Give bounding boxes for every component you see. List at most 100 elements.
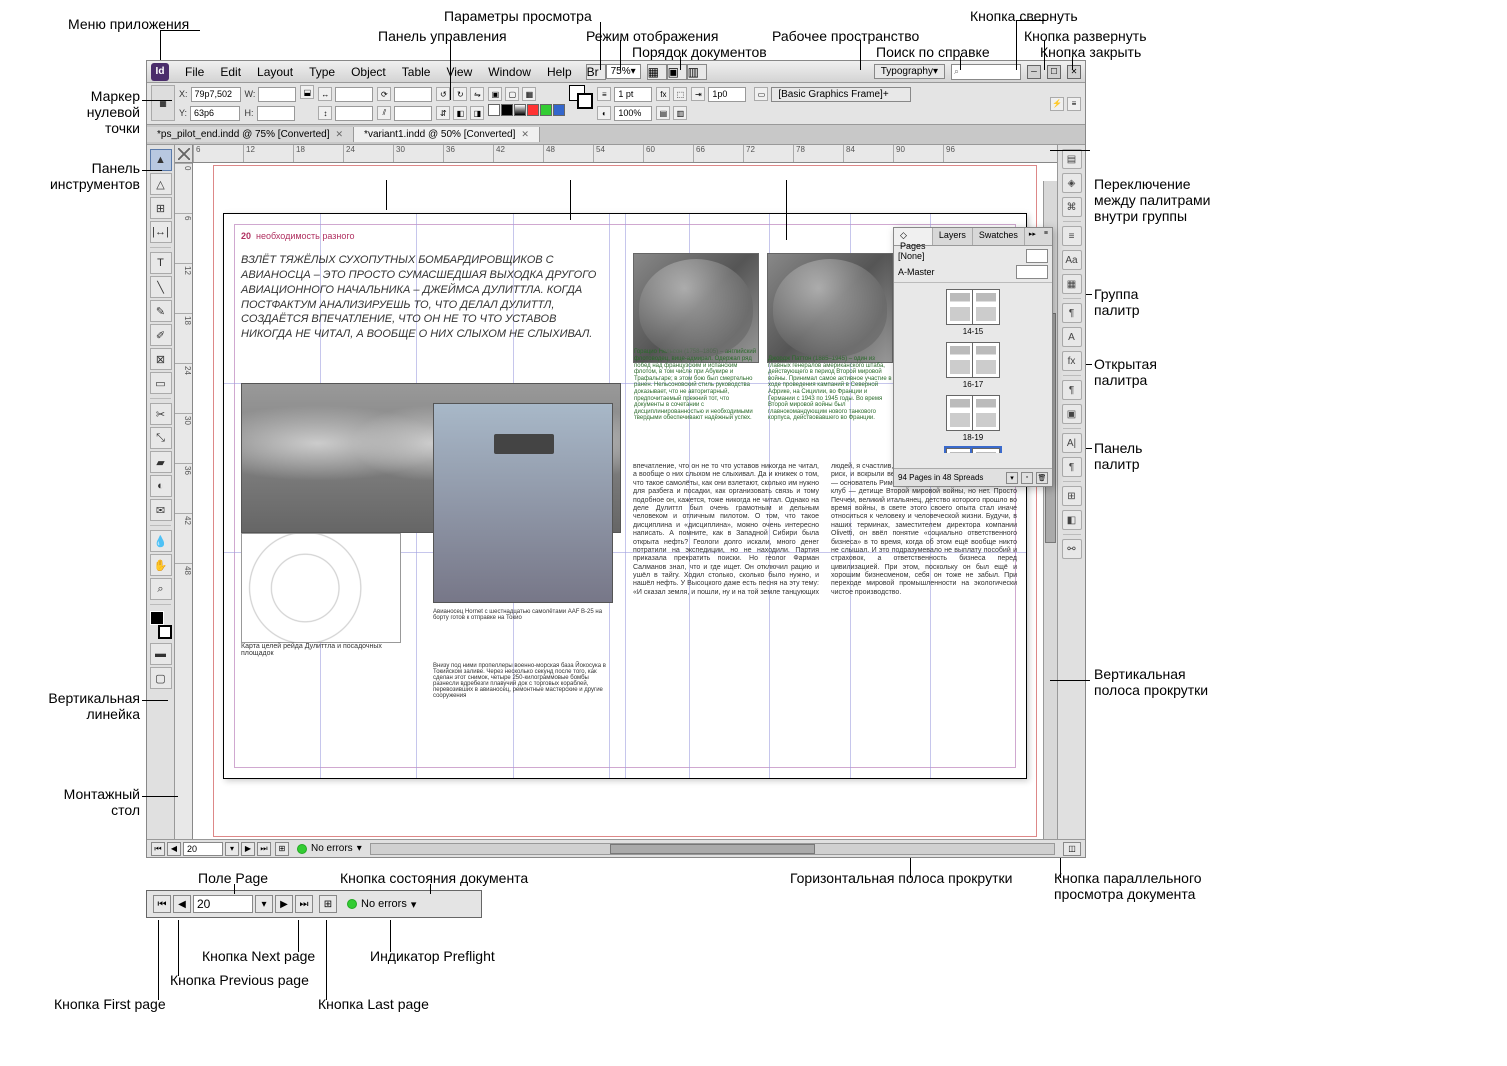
page-field[interactable]	[183, 842, 223, 856]
constrain-proportions-icon[interactable]: ⬓	[300, 85, 314, 99]
horizontal-scrollbar[interactable]	[370, 843, 1055, 855]
color-panel-icon[interactable]: Aa	[1062, 250, 1082, 270]
pencil-tool[interactable]: ✐	[150, 324, 172, 346]
rectangle-tool[interactable]: ▭	[150, 372, 172, 394]
doc-tab-1[interactable]: *ps_pilot_end.indd @ 75% [Converted]✕	[147, 127, 354, 142]
menu-help[interactable]: Help	[539, 65, 580, 79]
panel-menu-icon[interactable]: ≡	[1067, 97, 1081, 111]
workspace-dropdown[interactable]: Typography ▾	[874, 64, 945, 79]
shear-input[interactable]	[394, 106, 432, 121]
doc-tab-2[interactable]: *variant1.indd @ 50% [Converted]✕	[354, 127, 540, 142]
stroke-weight-input[interactable]	[614, 87, 652, 102]
maximize-button[interactable]: ☐	[1047, 65, 1061, 79]
pages-panel-icon[interactable]: ▤	[1062, 149, 1082, 169]
close-button[interactable]: ✕	[1067, 65, 1081, 79]
hand-tool[interactable]: ✋	[150, 554, 172, 576]
character-panel-icon[interactable]: A|	[1062, 433, 1082, 453]
fill-stroke-proxy[interactable]	[569, 85, 593, 109]
menu-table[interactable]: Table	[394, 65, 439, 79]
prev-page-button-detail[interactable]: ◀	[173, 895, 191, 913]
portrait-2[interactable]: Джордж Паттон (1885–1945) – один из глав…	[767, 253, 893, 363]
last-page-button-detail[interactable]: ⏭	[295, 895, 313, 913]
apply-color-tool[interactable]: ▬	[150, 643, 172, 665]
menu-type[interactable]: Type	[301, 65, 343, 79]
type-tool[interactable]: T	[150, 252, 172, 274]
swatch-green[interactable]	[540, 104, 552, 116]
menu-view[interactable]: View	[438, 65, 480, 79]
fill-stroke-tool[interactable]	[150, 611, 172, 639]
arrange-docs-button[interactable]: ▥	[687, 64, 707, 80]
master-none[interactable]: [None]	[898, 248, 1048, 264]
x-input[interactable]	[191, 87, 241, 102]
spread-thumb-18-19[interactable]: 18-19	[947, 395, 999, 442]
palette-collapse-icon[interactable]: ▸▸	[1025, 228, 1040, 245]
palette-menu-icon[interactable]: ≡	[1040, 228, 1052, 245]
close-icon[interactable]: ✕	[521, 129, 529, 140]
menu-window[interactable]: Window	[480, 65, 539, 79]
swatch-blue[interactable]	[553, 104, 565, 116]
page-dropdown-button[interactable]: ▾	[225, 842, 239, 856]
menu-object[interactable]: Object	[343, 65, 394, 79]
spread-thumb-14-15[interactable]: 14-15	[947, 289, 999, 336]
close-icon[interactable]: ✕	[336, 129, 344, 140]
text-wrap-2-icon[interactable]: ▥	[673, 106, 687, 120]
open-doc-button[interactable]: ⊞	[275, 842, 289, 856]
map-diagram[interactable]	[241, 533, 401, 643]
align-panel-icon[interactable]: ⊞	[1062, 486, 1082, 506]
reference-point-proxy[interactable]: ▦	[151, 85, 175, 121]
gradient-feather-tool[interactable]: ◐	[150, 475, 172, 497]
horizontal-ruler[interactable]: 6 12 18 24 30 36 42 48 54 60 66 72 78 84…	[193, 145, 1057, 163]
vertical-ruler[interactable]: 0 6 12 18 24 30 36 42 48	[175, 163, 193, 839]
select-container-icon[interactable]: ◧	[453, 106, 467, 120]
menu-edit[interactable]: Edit	[212, 65, 249, 79]
swatch-gradient[interactable]	[514, 104, 526, 116]
preflight-status[interactable]: No errors ▾	[297, 843, 362, 854]
menu-layout[interactable]: Layout	[249, 65, 301, 79]
menu-file[interactable]: File	[177, 65, 212, 79]
free-transform-tool[interactable]: ⤡	[150, 427, 172, 449]
direct-selection-tool[interactable]: △	[150, 173, 172, 195]
palette-tab-layers[interactable]: Layers	[933, 228, 973, 245]
text-wrap-icon[interactable]: ▤	[656, 106, 670, 120]
w-input[interactable]	[258, 87, 296, 102]
screen-mode-button[interactable]: ▣	[667, 64, 687, 80]
scale-y-input[interactable]	[335, 106, 373, 121]
page-field-detail[interactable]	[193, 895, 253, 913]
edit-page-size-icon[interactable]: ▾	[1006, 472, 1018, 484]
links-panel-icon[interactable]: ⌘	[1062, 197, 1082, 217]
pathfinder-panel-icon[interactable]: ◧	[1062, 510, 1082, 530]
app-icon[interactable]: Id	[151, 63, 169, 81]
first-page-button[interactable]: ⏮	[151, 842, 165, 856]
line-tool[interactable]: ╲	[150, 276, 172, 298]
paragraph-panel-icon[interactable]: ¶	[1062, 457, 1082, 477]
first-page-button-detail[interactable]: ⏮	[153, 895, 171, 913]
eyedropper-tool[interactable]: 💧	[150, 530, 172, 552]
swatch-black[interactable]	[501, 104, 513, 116]
spine-guide[interactable]	[625, 214, 626, 778]
spread-thumb-20-21[interactable]: 20-21	[947, 448, 999, 453]
hyperlinks-panel-icon[interactable]: ⚯	[1062, 539, 1082, 559]
fit-frame-icon[interactable]: ▢	[505, 87, 519, 101]
rotate-ccw-icon[interactable]: ↺	[436, 87, 450, 101]
pen-tool[interactable]: ✎	[150, 300, 172, 322]
effects-panel-icon[interactable]: fx	[1062, 351, 1082, 371]
palette-tab-pages[interactable]: ◇ Pages	[894, 228, 933, 245]
styles-panel-icon[interactable]: ¶	[1062, 303, 1082, 323]
last-page-button[interactable]: ⏭	[257, 842, 271, 856]
char-styles-panel-icon[interactable]: A	[1062, 327, 1082, 347]
note-tool[interactable]: ✉	[150, 499, 172, 521]
plane-photo[interactable]	[433, 403, 613, 603]
next-page-button[interactable]: ▶	[241, 842, 255, 856]
hscroll-thumb[interactable]	[610, 844, 815, 854]
new-page-icon[interactable]: ▫	[1021, 472, 1033, 484]
swatch-none[interactable]	[488, 104, 500, 116]
flip-v-icon[interactable]: ⇵	[436, 106, 450, 120]
select-content-icon[interactable]: ◨	[470, 106, 484, 120]
next-page-button-detail[interactable]: ▶	[275, 895, 293, 913]
center-content-icon[interactable]: ▦	[522, 87, 536, 101]
minimize-button[interactable]: ─	[1027, 65, 1041, 79]
text-wrap-panel-icon[interactable]: ▣	[1062, 404, 1082, 424]
flip-h-icon[interactable]: ⇋	[470, 87, 484, 101]
fit-content-icon[interactable]: ▣	[488, 87, 502, 101]
gap-tool[interactable]: |↔|	[150, 221, 172, 243]
